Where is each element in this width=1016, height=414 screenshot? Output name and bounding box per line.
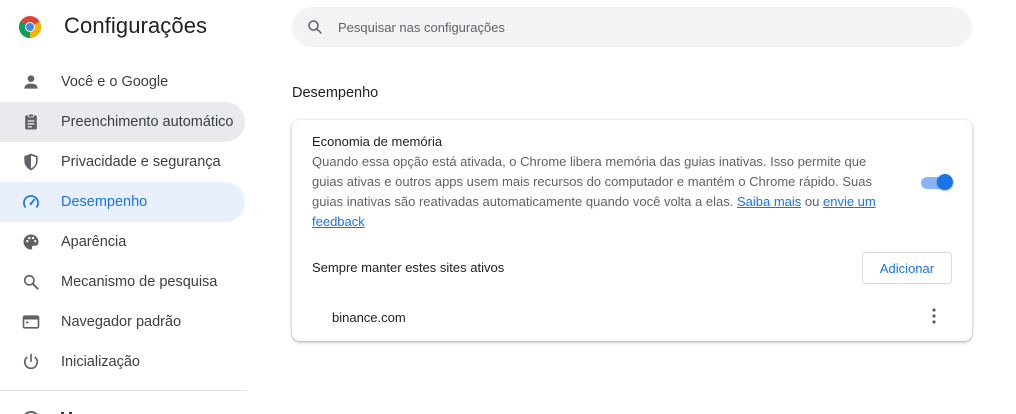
learn-more-link[interactable]: Saiba mais [737, 194, 801, 209]
sidebar-item-search-engine[interactable]: Mecanismo de pesquisa [0, 262, 245, 302]
memory-saver-card: Economia de memória Quando essa opção es… [292, 120, 972, 341]
chrome-logo-icon [19, 16, 41, 38]
sidebar-item-label: Você e o Google [61, 74, 169, 90]
sidebar-item-label: Mecanismo de pesquisa [61, 274, 218, 290]
more-actions-button[interactable] [922, 304, 946, 328]
or-text: ou [804, 194, 820, 209]
sidebar-item-appearance[interactable]: Aparência [0, 222, 245, 262]
memory-saver-toggle[interactable] [921, 173, 953, 191]
site-name: binance.com [332, 310, 406, 325]
palette-icon [23, 234, 39, 250]
partially-visible-sidebar-item [24, 411, 72, 414]
page-title: Configurações [64, 13, 208, 38]
always-active-sites-label: Sempre manter estes sites ativos [312, 260, 505, 275]
sidebar-item-label: Inicialização [61, 354, 140, 370]
sidebar-item-privacy[interactable]: Privacidade e segurança [0, 142, 245, 182]
search-icon [23, 274, 39, 290]
sidebar-item-on-startup[interactable]: Inicialização [0, 342, 245, 382]
sidebar-item-label: Aparência [61, 234, 127, 250]
list-item: binance.com [292, 296, 972, 336]
add-site-button[interactable]: Adicionar [862, 252, 952, 284]
section-title: Desempenho [292, 85, 379, 101]
sidebar-item-label: Preenchimento automático [61, 114, 234, 130]
sidebar-item-performance[interactable]: Desempenho [0, 182, 245, 222]
sidebar-item-label: Navegador padrão [61, 314, 182, 330]
more-vert-icon [932, 308, 936, 324]
sidebar-item-default-browser[interactable]: Navegador padrão [0, 302, 245, 342]
sidebar-item-you-and-google[interactable]: Você e o Google [0, 62, 245, 102]
power-icon [23, 353, 39, 370]
clipboard-icon [25, 113, 37, 130]
browser-icon [22, 315, 40, 329]
sidebar-item-autofill[interactable]: Preenchimento automático [0, 102, 245, 142]
toggle-knob [937, 174, 953, 190]
memory-saver-description: Quando essa opção está ativada, o Chrome… [312, 152, 882, 232]
shield-icon [24, 153, 38, 171]
sidebar-item-label: Privacidade e segurança [61, 154, 221, 170]
search-bar[interactable] [292, 7, 972, 47]
speedometer-icon [23, 195, 39, 208]
search-input[interactable] [338, 7, 938, 47]
sidebar-item-label: Desempenho [61, 194, 148, 210]
sidebar-divider [0, 390, 246, 391]
sidebar: Você e o Google Preenchimento automático… [0, 62, 246, 382]
person-icon [24, 75, 38, 89]
search-icon [308, 20, 322, 34]
memory-saver-title: Economia de memória [312, 134, 443, 149]
